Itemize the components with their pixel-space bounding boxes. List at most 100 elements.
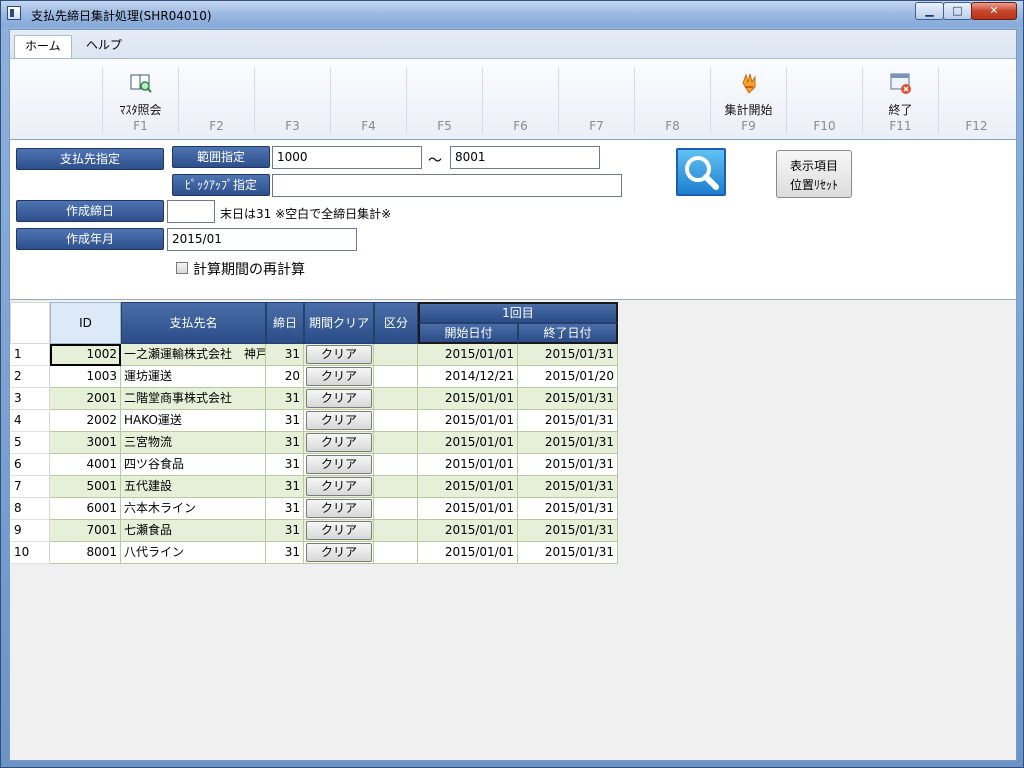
cell-end-date[interactable]: 2015/01/31 (518, 388, 618, 410)
fkey-f1-button[interactable]: ﾏｽﾀ照会 F1 (102, 67, 178, 133)
cell-end-date[interactable]: 2015/01/31 (518, 344, 618, 366)
cell-name[interactable]: 五代建設 (121, 476, 266, 498)
table-row[interactable]: 5 3001 三宮物流 31 クリア 2015/01/01 2015/01/31 (10, 432, 618, 454)
clear-period-button[interactable]: クリア (306, 345, 372, 364)
cell-id[interactable]: 1002 (50, 344, 121, 366)
table-row[interactable]: 2 1003 運坊運送 20 クリア 2014/12/21 2015/01/20 (10, 366, 618, 388)
fkey-f4-button[interactable]: F4 (330, 67, 406, 133)
cell-closing[interactable]: 31 (266, 542, 304, 564)
cell-name[interactable]: 八代ライン (121, 542, 266, 564)
cell-start-date[interactable]: 2015/01/01 (418, 454, 518, 476)
fkey-f11-button[interactable]: 終了 F11 (862, 67, 938, 133)
clear-period-button[interactable]: クリア (306, 477, 372, 496)
cell-id[interactable]: 8001 (50, 542, 121, 564)
cell-start-date[interactable]: 2015/01/01 (418, 388, 518, 410)
table-row[interactable]: 4 2002 HAKO運送 31 クリア 2015/01/01 2015/01/31 (10, 410, 618, 432)
col-header-closing[interactable]: 締日 (266, 302, 304, 344)
clear-period-button[interactable]: クリア (306, 389, 372, 408)
cell-end-date[interactable]: 2015/01/20 (518, 366, 618, 388)
clear-period-button[interactable]: クリア (306, 367, 372, 386)
cell-end-date[interactable]: 2015/01/31 (518, 454, 618, 476)
range-from-input[interactable]: 1000 (272, 146, 422, 169)
search-button[interactable] (676, 148, 726, 196)
tab-help[interactable]: ヘルプ (76, 35, 132, 58)
cell-kubun[interactable] (374, 476, 418, 498)
tab-home[interactable]: ホーム (14, 35, 72, 58)
cell-id[interactable]: 6001 (50, 498, 121, 520)
cell-kubun[interactable] (374, 454, 418, 476)
close-button[interactable]: ✕ (971, 2, 1017, 20)
pickup-input[interactable] (272, 174, 622, 197)
cell-kubun[interactable] (374, 366, 418, 388)
cell-closing[interactable]: 31 (266, 476, 304, 498)
cell-closing[interactable]: 31 (266, 410, 304, 432)
fkey-f5-button[interactable]: F5 (406, 67, 482, 133)
cell-closing[interactable]: 31 (266, 432, 304, 454)
fkey-f6-button[interactable]: F6 (482, 67, 558, 133)
cell-kubun[interactable] (374, 542, 418, 564)
table-row[interactable]: 7 5001 五代建設 31 クリア 2015/01/01 2015/01/31 (10, 476, 618, 498)
cell-id[interactable]: 4001 (50, 454, 121, 476)
cell-start-date[interactable]: 2015/01/01 (418, 498, 518, 520)
cell-id[interactable]: 5001 (50, 476, 121, 498)
cell-kubun[interactable] (374, 520, 418, 542)
cell-closing[interactable]: 31 (266, 520, 304, 542)
fkey-f8-button[interactable]: F8 (634, 67, 710, 133)
table-row[interactable]: 10 8001 八代ライン 31 クリア 2015/01/01 2015/01/31 (10, 542, 618, 564)
cell-end-date[interactable]: 2015/01/31 (518, 476, 618, 498)
cell-closing[interactable]: 31 (266, 498, 304, 520)
year-month-input[interactable]: 2015/01 (167, 228, 357, 251)
cell-id[interactable]: 2001 (50, 388, 121, 410)
fkey-f7-button[interactable]: F7 (558, 67, 634, 133)
fkey-f12-button[interactable]: F12 (938, 67, 1014, 133)
cell-end-date[interactable]: 2015/01/31 (518, 432, 618, 454)
table-row[interactable]: 3 2001 二階堂商事株式会社 31 クリア 2015/01/01 2015/01/31 (10, 388, 618, 410)
cell-name[interactable]: 三宮物流 (121, 432, 266, 454)
cell-start-date[interactable]: 2015/01/01 (418, 476, 518, 498)
clear-period-button[interactable]: クリア (306, 521, 372, 540)
cell-kubun[interactable] (374, 498, 418, 520)
cell-kubun[interactable] (374, 344, 418, 366)
cell-id[interactable]: 3001 (50, 432, 121, 454)
cell-end-date[interactable]: 2015/01/31 (518, 410, 618, 432)
cell-closing[interactable]: 31 (266, 454, 304, 476)
recalc-checkbox[interactable] (176, 262, 188, 274)
cell-start-date[interactable]: 2015/01/01 (418, 542, 518, 564)
cell-end-date[interactable]: 2015/01/31 (518, 520, 618, 542)
clear-period-button[interactable]: クリア (306, 455, 372, 474)
cell-name[interactable]: 一之瀬運輸株式会社 神戸 (121, 344, 266, 366)
cell-kubun[interactable] (374, 410, 418, 432)
closing-day-input[interactable] (167, 200, 215, 223)
cell-start-date[interactable]: 2015/01/01 (418, 410, 518, 432)
range-to-input[interactable]: 8001 (450, 146, 600, 169)
cell-end-date[interactable]: 2015/01/31 (518, 542, 618, 564)
cell-closing[interactable]: 20 (266, 366, 304, 388)
clear-period-button[interactable]: クリア (306, 499, 372, 518)
cell-start-date[interactable]: 2014/12/21 (418, 366, 518, 388)
cell-name[interactable]: 二階堂商事株式会社 (121, 388, 266, 410)
cell-kubun[interactable] (374, 432, 418, 454)
cell-name[interactable]: 四ツ谷食品 (121, 454, 266, 476)
cell-closing[interactable]: 31 (266, 388, 304, 410)
col-header-end[interactable]: 終了日付 (518, 323, 618, 344)
cell-end-date[interactable]: 2015/01/31 (518, 498, 618, 520)
cell-start-date[interactable]: 2015/01/01 (418, 520, 518, 542)
cell-name[interactable]: HAKO運送 (121, 410, 266, 432)
fkey-f2-button[interactable]: F2 (178, 67, 254, 133)
cell-id[interactable]: 1003 (50, 366, 121, 388)
col-header-kubun[interactable]: 区分 (374, 302, 418, 344)
maximize-button[interactable]: □ (943, 2, 972, 20)
cell-name[interactable]: 運坊運送 (121, 366, 266, 388)
col-header-start[interactable]: 開始日付 (418, 323, 518, 344)
clear-period-button[interactable]: クリア (306, 433, 372, 452)
clear-period-button[interactable]: クリア (306, 411, 372, 430)
cell-name[interactable]: 七瀬食品 (121, 520, 266, 542)
col-header-id[interactable]: ID (50, 302, 121, 344)
minimize-button[interactable]: ▁ (915, 2, 944, 20)
fkey-f3-button[interactable]: F3 (254, 67, 330, 133)
col-header-clear[interactable]: 期間クリア (304, 302, 374, 344)
cell-kubun[interactable] (374, 388, 418, 410)
cell-closing[interactable]: 31 (266, 344, 304, 366)
clear-period-button[interactable]: クリア (306, 543, 372, 562)
cell-id[interactable]: 2002 (50, 410, 121, 432)
